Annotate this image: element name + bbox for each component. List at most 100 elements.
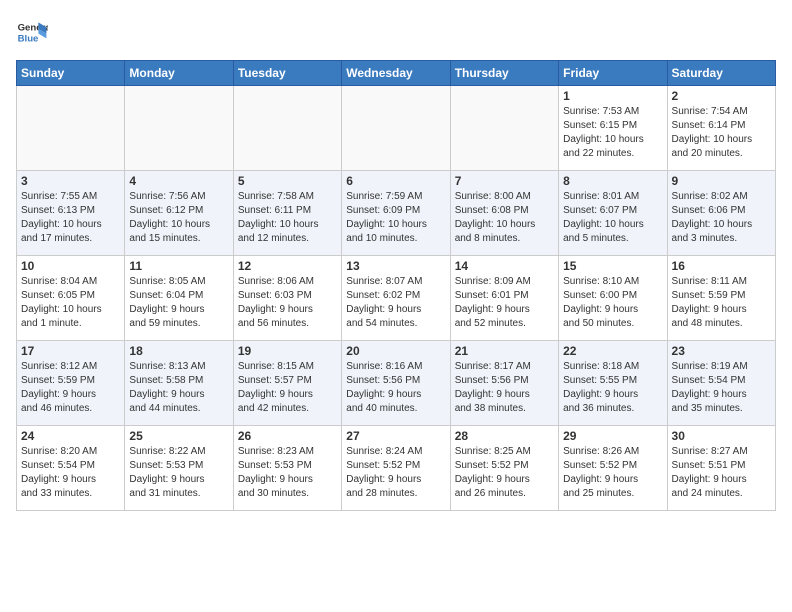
day-info: Sunrise: 8:00 AM Sunset: 6:08 PM Dayligh… xyxy=(455,190,554,246)
day-info: Sunrise: 8:11 AM Sunset: 5:59 PM Dayligh… xyxy=(672,275,771,331)
calendar-cell xyxy=(125,86,233,171)
day-info: Sunrise: 8:20 AM Sunset: 5:54 PM Dayligh… xyxy=(21,445,120,501)
day-number: 25 xyxy=(129,429,228,443)
week-row-3: 17 Sunrise: 8:12 AM Sunset: 5:59 PM Dayli… xyxy=(17,341,776,426)
day-info: Sunrise: 8:17 AM Sunset: 5:56 PM Dayligh… xyxy=(455,360,554,416)
day-number: 7 xyxy=(455,174,554,188)
calendar-cell: 4Sunrise: 7:56 AM Sunset: 6:12 PM Daylig… xyxy=(125,171,233,256)
day-number: 22 xyxy=(563,344,662,358)
svg-text:Blue: Blue xyxy=(18,34,39,45)
day-info: Sunrise: 8:23 AM Sunset: 5:53 PM Dayligh… xyxy=(238,445,337,501)
calendar-cell: 26 Sunrise: 8:23 AM Sunset: 5:53 PM Dayli… xyxy=(233,426,341,511)
day-info: Sunrise: 8:13 AM Sunset: 5:58 PM Dayligh… xyxy=(129,360,228,416)
calendar-cell: 5 Sunrise: 7:58 AM Sunset: 6:11 PM Daylig… xyxy=(233,171,341,256)
day-info: Sunrise: 7:54 AM Sunset: 6:14 PM Dayligh… xyxy=(672,105,771,161)
calendar-header-row: SundayMondayTuesdayWednesdayThursdayFrid… xyxy=(17,61,776,86)
day-number: 6 xyxy=(346,174,445,188)
day-info: Sunrise: 8:24 AM Sunset: 5:52 PM Dayligh… xyxy=(346,445,445,501)
calendar-cell: 12 Sunrise: 8:06 AM Sunset: 6:03 PM Dayli… xyxy=(233,256,341,341)
day-number: 3 xyxy=(21,174,120,188)
day-info: Sunrise: 8:06 AM Sunset: 6:03 PM Dayligh… xyxy=(238,275,337,331)
calendar-cell xyxy=(450,86,558,171)
header-monday: Monday xyxy=(125,61,233,86)
day-number: 29 xyxy=(563,429,662,443)
day-info: Sunrise: 8:07 AM Sunset: 6:02 PM Dayligh… xyxy=(346,275,445,331)
week-row-2: 10Sunrise: 8:04 AM Sunset: 6:05 PM Dayli… xyxy=(17,256,776,341)
calendar-cell: 3 Sunrise: 7:55 AM Sunset: 6:13 PM Daylig… xyxy=(17,171,125,256)
day-info: Sunrise: 8:09 AM Sunset: 6:01 PM Dayligh… xyxy=(455,275,554,331)
calendar-cell: 7 Sunrise: 8:00 AM Sunset: 6:08 PM Daylig… xyxy=(450,171,558,256)
day-number: 2 xyxy=(672,89,771,103)
day-number: 20 xyxy=(346,344,445,358)
day-number: 15 xyxy=(563,259,662,273)
day-number: 11 xyxy=(129,259,228,273)
day-number: 26 xyxy=(238,429,337,443)
calendar-cell xyxy=(233,86,341,171)
calendar-cell: 23Sunrise: 8:19 AM Sunset: 5:54 PM Dayli… xyxy=(667,341,775,426)
day-info: Sunrise: 7:56 AM Sunset: 6:12 PM Dayligh… xyxy=(129,190,228,246)
calendar-cell: 9Sunrise: 8:02 AM Sunset: 6:06 PM Daylig… xyxy=(667,171,775,256)
page-header: General Blue xyxy=(16,16,776,48)
day-number: 21 xyxy=(455,344,554,358)
day-number: 14 xyxy=(455,259,554,273)
header-sunday: Sunday xyxy=(17,61,125,86)
day-info: Sunrise: 8:26 AM Sunset: 5:52 PM Dayligh… xyxy=(563,445,662,501)
day-number: 28 xyxy=(455,429,554,443)
calendar-cell: 30 Sunrise: 8:27 AM Sunset: 5:51 PM Dayli… xyxy=(667,426,775,511)
day-info: Sunrise: 8:27 AM Sunset: 5:51 PM Dayligh… xyxy=(672,445,771,501)
day-number: 13 xyxy=(346,259,445,273)
calendar-cell: 8 Sunrise: 8:01 AM Sunset: 6:07 PM Daylig… xyxy=(559,171,667,256)
calendar-cell: 25 Sunrise: 8:22 AM Sunset: 5:53 PM Dayli… xyxy=(125,426,233,511)
day-number: 27 xyxy=(346,429,445,443)
calendar-cell: 11Sunrise: 8:05 AM Sunset: 6:04 PM Dayli… xyxy=(125,256,233,341)
day-number: 17 xyxy=(21,344,120,358)
day-number: 12 xyxy=(238,259,337,273)
calendar-cell: 10Sunrise: 8:04 AM Sunset: 6:05 PM Dayli… xyxy=(17,256,125,341)
calendar-cell: 17 Sunrise: 8:12 AM Sunset: 5:59 PM Dayli… xyxy=(17,341,125,426)
calendar-cell: 16 Sunrise: 8:11 AM Sunset: 5:59 PM Dayli… xyxy=(667,256,775,341)
header-thursday: Thursday xyxy=(450,61,558,86)
week-row-1: 3 Sunrise: 7:55 AM Sunset: 6:13 PM Daylig… xyxy=(17,171,776,256)
day-number: 19 xyxy=(238,344,337,358)
day-number: 9 xyxy=(672,174,771,188)
day-info: Sunrise: 7:55 AM Sunset: 6:13 PM Dayligh… xyxy=(21,190,120,246)
calendar-cell: 15 Sunrise: 8:10 AM Sunset: 6:00 PM Dayli… xyxy=(559,256,667,341)
day-number: 5 xyxy=(238,174,337,188)
day-info: Sunrise: 7:53 AM Sunset: 6:15 PM Dayligh… xyxy=(563,105,662,161)
calendar-cell: 28 Sunrise: 8:25 AM Sunset: 5:52 PM Dayli… xyxy=(450,426,558,511)
day-info: Sunrise: 8:15 AM Sunset: 5:57 PM Dayligh… xyxy=(238,360,337,416)
week-row-4: 24 Sunrise: 8:20 AM Sunset: 5:54 PM Dayli… xyxy=(17,426,776,511)
day-info: Sunrise: 8:12 AM Sunset: 5:59 PM Dayligh… xyxy=(21,360,120,416)
header-wednesday: Wednesday xyxy=(342,61,450,86)
day-info: Sunrise: 8:10 AM Sunset: 6:00 PM Dayligh… xyxy=(563,275,662,331)
day-number: 30 xyxy=(672,429,771,443)
logo-icon: General Blue xyxy=(16,16,48,48)
day-info: Sunrise: 8:04 AM Sunset: 6:05 PM Dayligh… xyxy=(21,275,120,331)
calendar-cell: 6 Sunrise: 7:59 AM Sunset: 6:09 PM Daylig… xyxy=(342,171,450,256)
calendar-cell: 1 Sunrise: 7:53 AM Sunset: 6:15 PM Daylig… xyxy=(559,86,667,171)
day-number: 1 xyxy=(563,89,662,103)
day-info: Sunrise: 8:25 AM Sunset: 5:52 PM Dayligh… xyxy=(455,445,554,501)
calendar-cell: 20 Sunrise: 8:16 AM Sunset: 5:56 PM Dayli… xyxy=(342,341,450,426)
day-info: Sunrise: 8:22 AM Sunset: 5:53 PM Dayligh… xyxy=(129,445,228,501)
day-number: 8 xyxy=(563,174,662,188)
calendar-cell: 29 Sunrise: 8:26 AM Sunset: 5:52 PM Dayli… xyxy=(559,426,667,511)
day-info: Sunrise: 8:16 AM Sunset: 5:56 PM Dayligh… xyxy=(346,360,445,416)
day-info: Sunrise: 8:01 AM Sunset: 6:07 PM Dayligh… xyxy=(563,190,662,246)
calendar-cell: 24 Sunrise: 8:20 AM Sunset: 5:54 PM Dayli… xyxy=(17,426,125,511)
calendar-cell: 27 Sunrise: 8:24 AM Sunset: 5:52 PM Dayli… xyxy=(342,426,450,511)
week-row-0: 1 Sunrise: 7:53 AM Sunset: 6:15 PM Daylig… xyxy=(17,86,776,171)
day-number: 24 xyxy=(21,429,120,443)
calendar-cell: 21 Sunrise: 8:17 AM Sunset: 5:56 PM Dayli… xyxy=(450,341,558,426)
header-saturday: Saturday xyxy=(667,61,775,86)
day-info: Sunrise: 7:59 AM Sunset: 6:09 PM Dayligh… xyxy=(346,190,445,246)
calendar-cell: 22Sunrise: 8:18 AM Sunset: 5:55 PM Dayli… xyxy=(559,341,667,426)
calendar-cell: 19 Sunrise: 8:15 AM Sunset: 5:57 PM Dayli… xyxy=(233,341,341,426)
day-number: 18 xyxy=(129,344,228,358)
day-info: Sunrise: 7:58 AM Sunset: 6:11 PM Dayligh… xyxy=(238,190,337,246)
calendar-cell xyxy=(342,86,450,171)
logo: General Blue xyxy=(16,16,48,48)
calendar-cell: 2 Sunrise: 7:54 AM Sunset: 6:14 PM Daylig… xyxy=(667,86,775,171)
calendar-cell: 13 Sunrise: 8:07 AM Sunset: 6:02 PM Dayli… xyxy=(342,256,450,341)
day-number: 16 xyxy=(672,259,771,273)
